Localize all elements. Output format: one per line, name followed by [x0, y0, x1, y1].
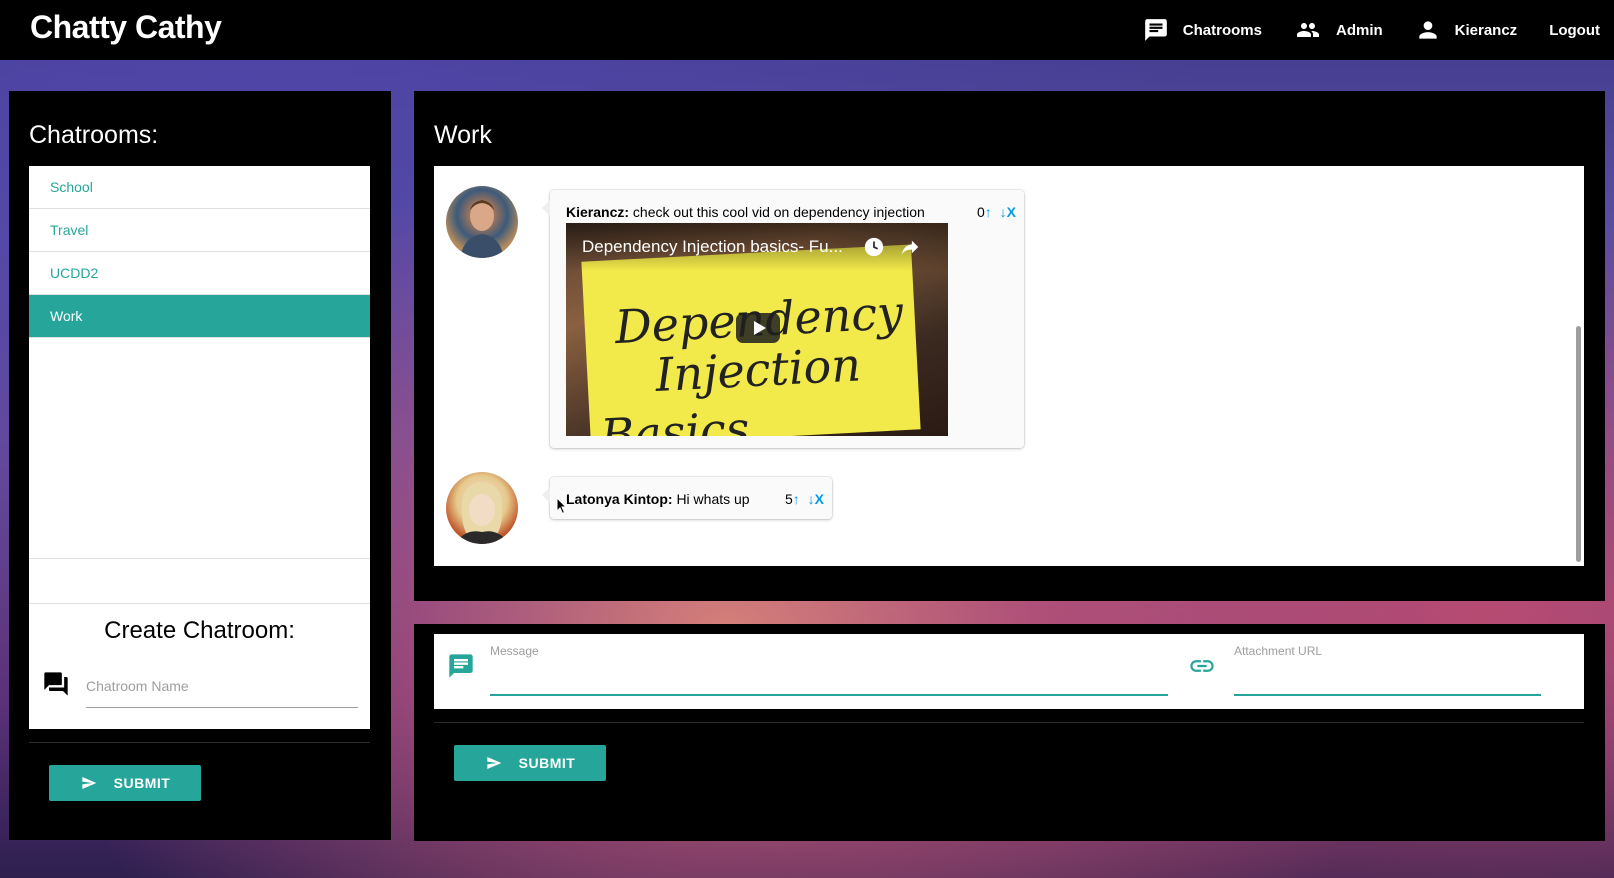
- chat-icon: [1144, 19, 1167, 41]
- scrollbar[interactable]: [1576, 326, 1581, 562]
- nav-links: Chatrooms Admin Kierancz Logout: [1143, 0, 1614, 60]
- message-text-line: Latonya Kintop: Hi whats up: [566, 491, 750, 507]
- create-chatroom-title: Create Chatroom:: [104, 617, 295, 644]
- message-author: Kierancz:: [566, 204, 630, 220]
- message-text: Hi whats up: [676, 491, 750, 507]
- chatroom-name-input[interactable]: [86, 674, 358, 694]
- share-icon[interactable]: [898, 236, 922, 258]
- upvote-button[interactable]: ↑: [985, 204, 992, 220]
- nav-user[interactable]: Kierancz: [1415, 17, 1518, 43]
- message-votes: 0↑ ↓X: [977, 204, 1016, 220]
- attachment-url-label: Attachment URL: [1234, 644, 1323, 658]
- message-input[interactable]: [490, 662, 1168, 690]
- create-chatroom-submit-button[interactable]: SUBMIT: [49, 765, 201, 801]
- chatroom-title: Work: [434, 121, 492, 149]
- play-button[interactable]: [736, 313, 780, 343]
- thumbnail-text: Injection: [654, 337, 863, 403]
- vote-count: 5: [784, 491, 793, 507]
- chat-panel: Work Kierancz: check out this cool vid o…: [414, 91, 1605, 601]
- vote-count: 0: [976, 204, 985, 220]
- send-icon: [81, 777, 96, 789]
- message-bubble: Kierancz: check out this cool vid on dep…: [542, 190, 1024, 448]
- divider: [434, 722, 1584, 723]
- create-chatroom-card: Create Chatroom:: [29, 603, 370, 729]
- message-bubble: Latonya Kintop: Hi whats up 5↑ ↓X: [542, 477, 832, 519]
- send-message-submit-label: SUBMIT: [518, 755, 576, 771]
- downvote-button[interactable]: ↓: [808, 491, 815, 507]
- thumbnail-text: Basics: [599, 401, 751, 436]
- send-icon: [486, 757, 501, 769]
- forum-icon: [44, 672, 68, 696]
- chatroom-list-footer: [29, 558, 370, 603]
- person-photo-icon: [454, 482, 510, 544]
- attachment-url-input[interactable]: [1234, 662, 1541, 690]
- compose-card: Message Attachment URL: [434, 634, 1584, 709]
- chatroom-name-field: [86, 674, 358, 708]
- video-embed[interactable]: Dependency Injection Basics Dependency I…: [566, 223, 948, 436]
- chatroom-list: School Travel UCDD2 Work: [29, 166, 370, 558]
- message-votes: 5↑ ↓X: [785, 491, 824, 507]
- person-photo-icon: [460, 200, 504, 258]
- watch-later-icon[interactable]: [863, 236, 885, 258]
- top-navbar: Chatty Cathy Chatrooms Admin Kierancz Lo…: [0, 0, 1614, 60]
- downvote-button[interactable]: ↓: [1000, 204, 1007, 220]
- message-text: check out this cool vid on dependency in…: [632, 204, 925, 220]
- divider: [29, 742, 370, 743]
- nav-chatrooms-label: Chatrooms: [1182, 21, 1262, 39]
- send-message-submit-button[interactable]: SUBMIT: [454, 745, 606, 781]
- message-underline: [490, 694, 1168, 696]
- nav-logout-label: Logout: [1549, 21, 1600, 39]
- chatroom-item-ucdd2[interactable]: UCDD2: [29, 252, 370, 295]
- avatar: [446, 472, 518, 544]
- delete-message-button[interactable]: X: [1007, 204, 1016, 220]
- nav-chatrooms[interactable]: Chatrooms: [1143, 17, 1262, 43]
- brand-title[interactable]: Chatty Cathy: [30, 9, 222, 46]
- create-chatroom-submit-label: SUBMIT: [113, 775, 171, 791]
- people-icon: [1296, 23, 1319, 37]
- nav-user-label: Kierancz: [1454, 21, 1518, 39]
- message-author: Latonya Kintop:: [566, 491, 673, 507]
- chatroom-item-travel[interactable]: Travel: [29, 209, 370, 252]
- mouse-cursor-icon: [556, 497, 568, 515]
- message-label: Message: [490, 644, 539, 658]
- message-list[interactable]: Kierancz: check out this cool vid on dep…: [434, 166, 1584, 566]
- avatar: [446, 186, 518, 258]
- chatrooms-panel: Chatrooms: School Travel UCDD2 Work Crea…: [9, 91, 391, 840]
- video-title[interactable]: Dependency Injection basics- Fu...: [582, 237, 843, 257]
- nav-admin[interactable]: Admin: [1294, 18, 1383, 42]
- upvote-button[interactable]: ↑: [793, 491, 800, 507]
- message-text-line: Kierancz: check out this cool vid on dep…: [566, 204, 925, 220]
- chatroom-item-school[interactable]: School: [29, 166, 370, 209]
- attachment-url-underline: [1234, 694, 1541, 696]
- message-icon: [449, 654, 473, 678]
- chatrooms-title: Chatrooms:: [29, 121, 159, 149]
- delete-message-button[interactable]: X: [815, 491, 824, 507]
- link-icon: [1190, 660, 1214, 672]
- nav-logout[interactable]: Logout: [1549, 22, 1600, 39]
- compose-panel: Message Attachment URL SUBMIT: [414, 624, 1605, 841]
- nav-admin-label: Admin: [1335, 21, 1383, 39]
- person-icon: [1418, 21, 1437, 39]
- chatroom-item-work[interactable]: Work: [29, 295, 370, 338]
